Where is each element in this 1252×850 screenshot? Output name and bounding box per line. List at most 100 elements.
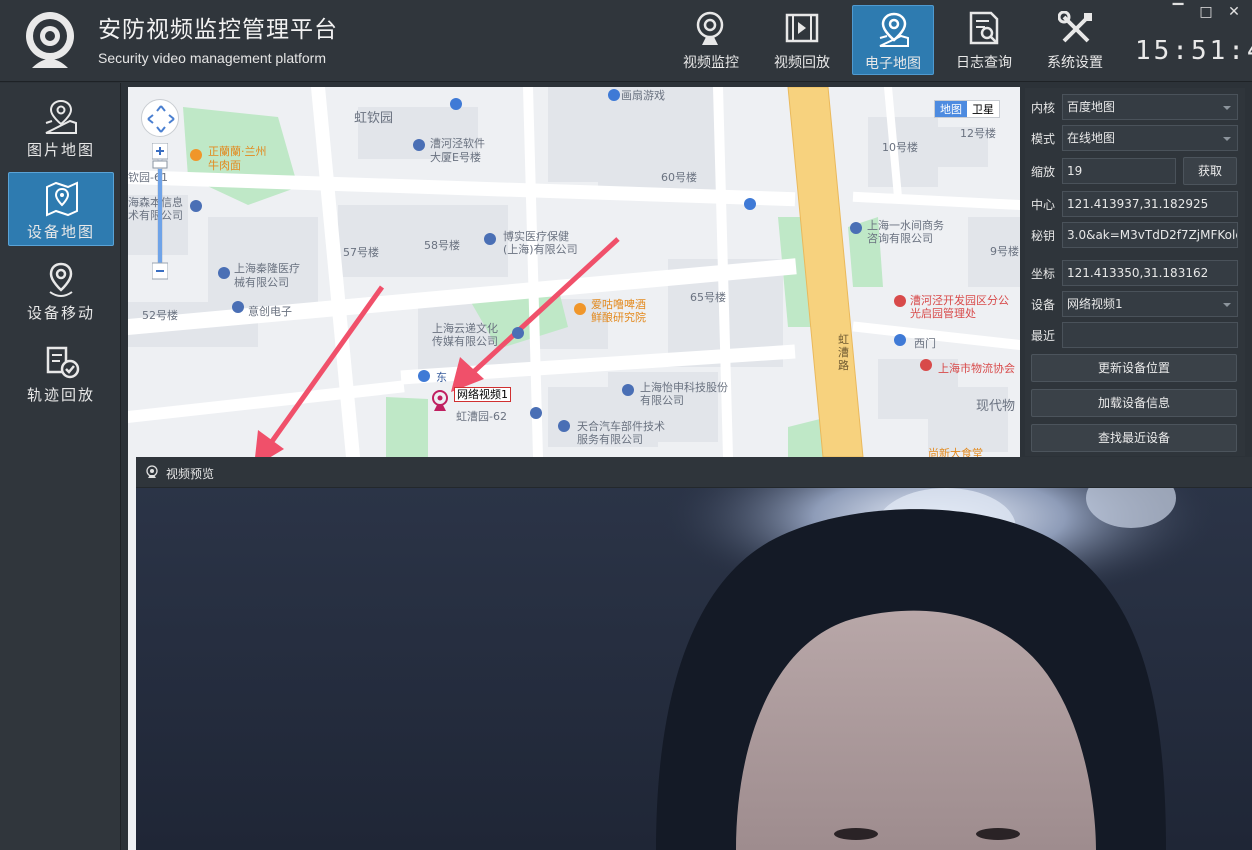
key-label: 秘钥 bbox=[1031, 229, 1056, 243]
nav-label: 电子地图 bbox=[865, 56, 921, 72]
nearest-label: 最近 bbox=[1031, 329, 1056, 343]
map-label: 咨询有限公司 bbox=[867, 232, 933, 245]
webcam-icon bbox=[146, 465, 158, 478]
poi-icon bbox=[232, 301, 244, 313]
map-label: 65号楼 bbox=[690, 291, 726, 304]
map-label: 9号楼 bbox=[990, 245, 1019, 258]
map-label: 大厦E号楼 bbox=[430, 151, 481, 164]
image-map-icon bbox=[45, 99, 77, 134]
nav-log-query[interactable]: 日志查询 bbox=[943, 5, 1025, 75]
tools-icon bbox=[1058, 11, 1092, 43]
map-label: 虹漕园-62 bbox=[456, 410, 507, 423]
map-label: 画扇游戏 bbox=[621, 89, 665, 102]
map-label: 牛肉面 bbox=[208, 159, 241, 172]
center-input[interactable]: 121.413937,31.182925 bbox=[1062, 191, 1238, 217]
map-label: 意创电子 bbox=[248, 305, 292, 318]
track-playback-icon bbox=[46, 346, 80, 379]
sidebar-item-label: 轨迹回放 bbox=[26, 386, 95, 404]
zoom-input[interactable]: 19 bbox=[1062, 158, 1176, 184]
zoom-label: 缩放 bbox=[1031, 165, 1056, 179]
poi-icon bbox=[530, 407, 542, 419]
sidebar-item-label: 设备移动 bbox=[26, 304, 95, 322]
fetch-button[interactable]: 获取 bbox=[1183, 157, 1237, 185]
map-label: 西门 bbox=[914, 337, 936, 350]
poi-icon bbox=[622, 384, 634, 396]
sidebar-item-device-move[interactable]: 设备移动 bbox=[8, 254, 114, 328]
load-device-info-button[interactable]: 加载设备信息 bbox=[1031, 389, 1237, 417]
map-label: 有限公司 bbox=[640, 394, 684, 407]
poi-icon bbox=[894, 334, 906, 346]
pan-arrows-icon bbox=[147, 105, 175, 133]
map-label: 52号楼 bbox=[142, 309, 178, 322]
map-label: 12号楼 bbox=[960, 127, 996, 140]
map-icon bbox=[879, 12, 909, 47]
nav-label: 视频回放 bbox=[774, 55, 830, 71]
map-label: 尚新大食堂 bbox=[928, 447, 983, 457]
map-label: (上海)有限公司 bbox=[503, 243, 578, 256]
close-button[interactable]: ✕ bbox=[1226, 4, 1242, 20]
poi-icon bbox=[190, 200, 202, 212]
poi-icon bbox=[850, 222, 862, 234]
map-label: 58号楼 bbox=[424, 239, 460, 252]
pan-control[interactable] bbox=[141, 99, 179, 137]
poi-icon bbox=[413, 139, 425, 151]
nav-video-monitor[interactable]: 视频监控 bbox=[670, 5, 752, 75]
device-select[interactable]: 网络视频1 bbox=[1062, 291, 1238, 317]
webcam-icon bbox=[696, 11, 724, 45]
device-marker-label[interactable]: 网络视频1 bbox=[454, 387, 511, 402]
mode-label: 模式 bbox=[1031, 132, 1056, 146]
device-marker-icon[interactable] bbox=[432, 390, 448, 411]
map-edge bbox=[128, 457, 136, 850]
map-label: 服务有限公司 bbox=[577, 433, 643, 446]
minimize-button[interactable]: ▔ bbox=[1170, 4, 1186, 20]
key-input[interactable]: 3.0&ak=M3vTdD2f7ZjMFKolc bbox=[1062, 222, 1238, 248]
map-label: 械有限公司 bbox=[234, 276, 289, 289]
nav-electronic-map[interactable]: 电子地图 bbox=[852, 5, 934, 75]
kernel-select[interactable]: 百度地图 bbox=[1062, 94, 1238, 120]
poi-icon bbox=[484, 233, 496, 245]
map-label: 57号楼 bbox=[343, 246, 379, 259]
video-preview-titlebar[interactable]: 视频预览 bbox=[136, 457, 1252, 488]
map-type-satellite-button[interactable]: 卫星 bbox=[967, 101, 999, 117]
film-icon bbox=[785, 13, 819, 43]
zoom-slider[interactable] bbox=[152, 143, 168, 283]
map-label: 10号楼 bbox=[882, 141, 918, 154]
poi-icon bbox=[218, 267, 230, 279]
sidebar-item-label: 设备地图 bbox=[26, 223, 95, 241]
sidebar-item-device-map[interactable]: 设备地图 bbox=[8, 172, 114, 246]
nav-system-settings[interactable]: 系统设置 bbox=[1034, 5, 1116, 75]
restaurant-icon bbox=[574, 303, 586, 315]
sidebar-item-track-playback[interactable]: 轨迹回放 bbox=[8, 336, 114, 410]
clock: 15:51:44 bbox=[1135, 36, 1252, 66]
find-nearest-device-button[interactable]: 查找最近设备 bbox=[1031, 424, 1237, 452]
app-title: 安防视频监控管理平台 bbox=[98, 17, 338, 43]
maximize-button[interactable]: □ bbox=[1198, 4, 1214, 20]
mode-select[interactable]: 在线地图 bbox=[1062, 125, 1238, 151]
nearest-input[interactable] bbox=[1062, 322, 1238, 348]
update-device-position-button[interactable]: 更新设备位置 bbox=[1031, 354, 1237, 382]
restaurant-icon bbox=[190, 149, 202, 161]
electronic-map[interactable]: 虹钦园 画扇游戏 漕河泾软件 大厦E号楼 正蘭蘭·兰州 牛肉面 钦园-61 海森… bbox=[128, 87, 1020, 457]
coord-label: 坐标 bbox=[1031, 267, 1056, 281]
app-window: 安防视频监控管理平台 Security video management pla… bbox=[0, 0, 1252, 850]
nav-video-playback[interactable]: 视频回放 bbox=[761, 5, 843, 75]
map-label: 虹钦园 bbox=[354, 111, 394, 126]
webcam-logo-icon bbox=[26, 12, 74, 68]
log-search-icon bbox=[969, 11, 999, 45]
poi-icon bbox=[608, 89, 620, 101]
government-icon bbox=[894, 295, 906, 307]
sidebar-item-image-map[interactable]: 图片地图 bbox=[8, 91, 114, 165]
map-label: 传媒有限公司 bbox=[432, 335, 498, 348]
video-preview-window[interactable]: 视频预览 bbox=[136, 457, 1252, 850]
map-type-map-button[interactable]: 地图 bbox=[935, 101, 967, 117]
video-frame[interactable] bbox=[136, 488, 1252, 850]
map-label: 鲜酿研究院 bbox=[591, 311, 646, 324]
video-preview-title: 视频预览 bbox=[166, 467, 215, 481]
map-label: 光启园管理处 bbox=[910, 307, 976, 320]
app-subtitle: Security video management platform bbox=[98, 50, 326, 66]
center-label: 中心 bbox=[1031, 198, 1056, 212]
sidebar: 图片地图 设备地图 设备移动 轨迹回放 bbox=[0, 83, 121, 850]
coord-input[interactable]: 121.413350,31.183162 bbox=[1062, 260, 1238, 286]
parking-icon bbox=[450, 98, 462, 110]
map-label: 东 bbox=[436, 371, 447, 384]
